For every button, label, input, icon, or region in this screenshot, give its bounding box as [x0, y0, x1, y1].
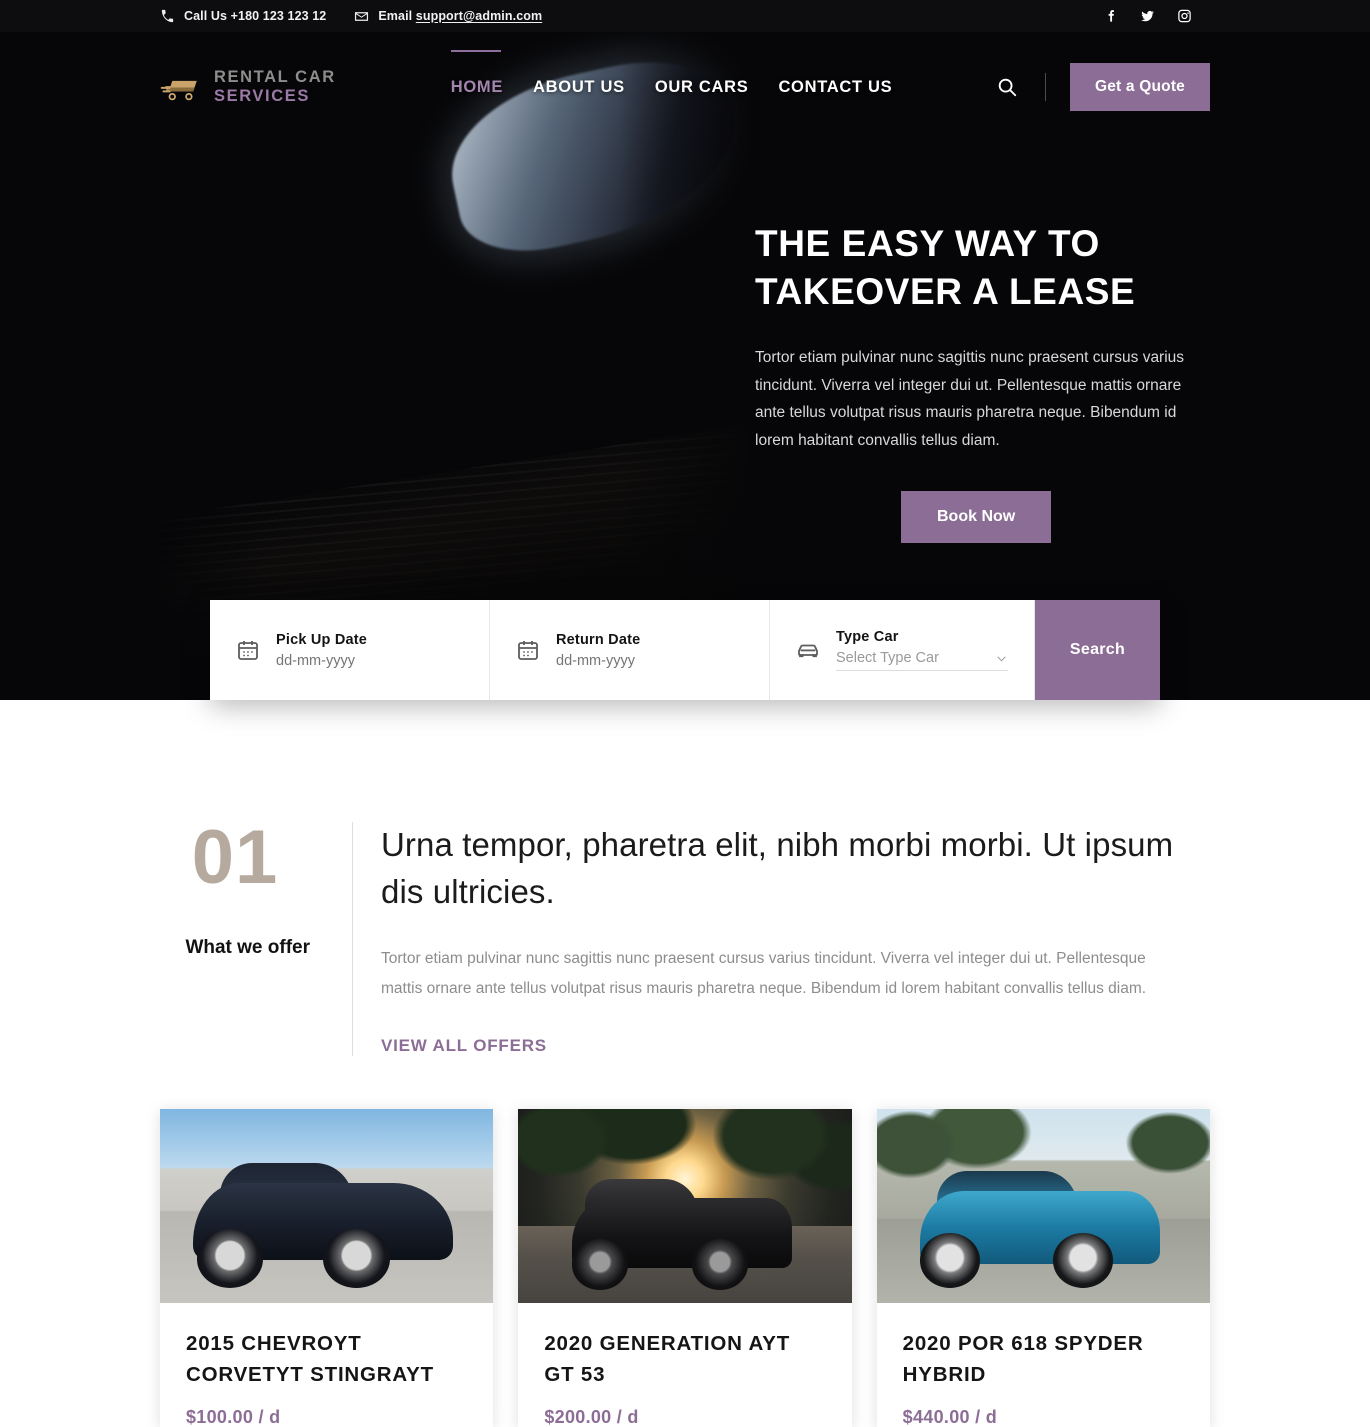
car-wheel-front: [571, 1239, 629, 1290]
phone-text: Call Us +180 123 123 12: [184, 9, 327, 23]
car-card[interactable]: 2020 POR 618 SPYDER HYBRID $440.00 / d: [876, 1109, 1210, 1427]
return-date-body: Return Date: [556, 632, 743, 669]
what-we-offer-section: 01 What we offer Urna tempor, pharetra e…: [0, 700, 1370, 1057]
search-submit-button[interactable]: Search: [1035, 600, 1160, 700]
type-car-select[interactable]: Select Type Car: [836, 650, 995, 666]
car-title: 2020 POR 618 SPYDER HYBRID: [902, 1332, 1144, 1386]
topbar-contact-group: Call Us +180 123 123 12 Email support@ad…: [160, 9, 542, 24]
calendar-icon: [516, 638, 540, 662]
hero-description: Tortor etiam pulvinar nunc sagittis nunc…: [755, 349, 1185, 449]
car-wheel-rear: [1053, 1233, 1114, 1288]
nav-item-our-cars[interactable]: OUR CARS: [653, 72, 751, 103]
car-card-body: 2020 GENERATION AYT GT 53 $200.00 / d: [518, 1303, 851, 1427]
car-price: $440.00 / d: [902, 1406, 998, 1427]
offers-title: Urna tempor, pharetra elit, nibh morbi m…: [381, 826, 1174, 910]
car-image-hatchback: [876, 1109, 1210, 1304]
envelope-icon: [354, 9, 369, 24]
car-image-muscle: [518, 1109, 852, 1304]
car-wheel-front: [919, 1233, 980, 1288]
offers-text-block: Urna tempor, pharetra elit, nibh morbi m…: [352, 822, 1210, 1057]
facebook-icon[interactable]: [1103, 8, 1118, 24]
car-card[interactable]: 2015 CHEVROYT CORVETYT STINGRAYT $100.00…: [160, 1109, 494, 1427]
email-contact[interactable]: Email support@admin.com: [354, 9, 542, 24]
offers-description: Tortor etiam pulvinar nunc sagittis nunc…: [381, 949, 1147, 997]
car-title: 2020 GENERATION AYT GT 53: [544, 1332, 791, 1386]
twitter-icon[interactable]: [1140, 8, 1155, 24]
car-wheel-front: [196, 1229, 264, 1288]
car-logo-icon: [160, 70, 202, 104]
car-card[interactable]: 2020 GENERATION AYT GT 53 $200.00 / d: [518, 1109, 852, 1427]
nav-item-about-us[interactable]: ABOUT US: [531, 72, 627, 103]
main-navbar: RENTAL CAR SERVICES HOME ABOUT US OUR CA…: [0, 32, 1370, 142]
landing-page: Call Us +180 123 123 12 Email support@ad…: [0, 0, 1370, 1427]
return-date-input[interactable]: [556, 652, 743, 669]
book-now-button[interactable]: Book Now: [901, 490, 1052, 543]
phone-icon: [160, 9, 175, 24]
car-wheel-rear: [323, 1229, 390, 1288]
pickup-date-body: Pick Up Date: [276, 632, 463, 669]
type-car-body: Type Car Select Type Car: [836, 629, 1008, 671]
offers-number: 01: [191, 815, 279, 900]
car-cards-list: 2015 CHEVROYT CORVETYT STINGRAYT $100.00…: [0, 1056, 1370, 1427]
search-icon[interactable]: [993, 73, 1021, 101]
offers-number-block: 01 What we offer: [160, 815, 352, 1056]
brand-line-2: SERVICES: [214, 87, 310, 105]
view-all-offers-link[interactable]: VIEW ALL OFFERS: [381, 1036, 547, 1056]
booking-search-bar: Pick Up Date Return Date Type Car Select…: [210, 600, 1160, 700]
return-date-label: Return Date: [556, 631, 641, 648]
return-date-field[interactable]: Return Date: [490, 600, 770, 700]
type-car-label: Type Car: [836, 629, 899, 645]
brand-line-1: RENTAL CAR: [214, 68, 336, 87]
chevron-down-icon: [995, 652, 1008, 665]
car-title: 2015 CHEVROYT CORVETYT STINGRAYT: [186, 1332, 434, 1386]
offers-kicker: What we offer: [185, 937, 310, 959]
email-text: Email support@admin.com: [378, 9, 543, 23]
hero-content: THE EASY WAY TO TAKEOVER A LEASE Tortor …: [755, 220, 1205, 543]
type-car-select-wrap[interactable]: Select Type Car: [836, 650, 1008, 671]
pickup-date-label: Pick Up Date: [276, 631, 368, 648]
car-icon: [796, 638, 820, 662]
brand-text: RENTAL CAR SERVICES: [214, 68, 336, 106]
nav-links: HOME ABOUT US OUR CARS CONTACT US: [449, 49, 895, 103]
calendar-icon: [236, 638, 260, 662]
navbar-divider: [1044, 73, 1046, 101]
nav-item-contact-us[interactable]: CONTACT US: [776, 72, 894, 103]
navbar-actions: Get a Quote: [993, 63, 1210, 111]
email-link[interactable]: support@admin.com: [416, 9, 542, 23]
phone-contact[interactable]: Call Us +180 123 123 12: [160, 9, 326, 24]
top-contact-bar: Call Us +180 123 123 12 Email support@ad…: [0, 0, 1370, 32]
instagram-icon[interactable]: [1177, 8, 1192, 24]
type-car-field[interactable]: Type Car Select Type Car: [770, 600, 1035, 700]
pickup-date-field[interactable]: Pick Up Date: [210, 600, 490, 700]
car-wheel-rear: [691, 1239, 749, 1290]
get-a-quote-button[interactable]: Get a Quote: [1069, 63, 1210, 111]
social-links: [1103, 8, 1192, 24]
offers-row: 01 What we offer Urna tempor, pharetra e…: [160, 815, 1210, 1057]
hero-title: THE EASY WAY TO TAKEOVER A LEASE: [755, 223, 1136, 313]
car-card-body: 2020 POR 618 SPYDER HYBRID $440.00 / d: [877, 1303, 1210, 1427]
car-price: $200.00 / d: [544, 1406, 639, 1427]
car-price: $100.00 / d: [186, 1406, 281, 1427]
car-card-body: 2015 CHEVROYT CORVETYT STINGRAYT $100.00…: [160, 1303, 493, 1427]
brand-logo[interactable]: RENTAL CAR SERVICES: [160, 68, 336, 106]
nav-item-home[interactable]: HOME: [449, 49, 505, 103]
pickup-date-input[interactable]: [276, 652, 463, 669]
car-image-sedan: [160, 1109, 494, 1304]
